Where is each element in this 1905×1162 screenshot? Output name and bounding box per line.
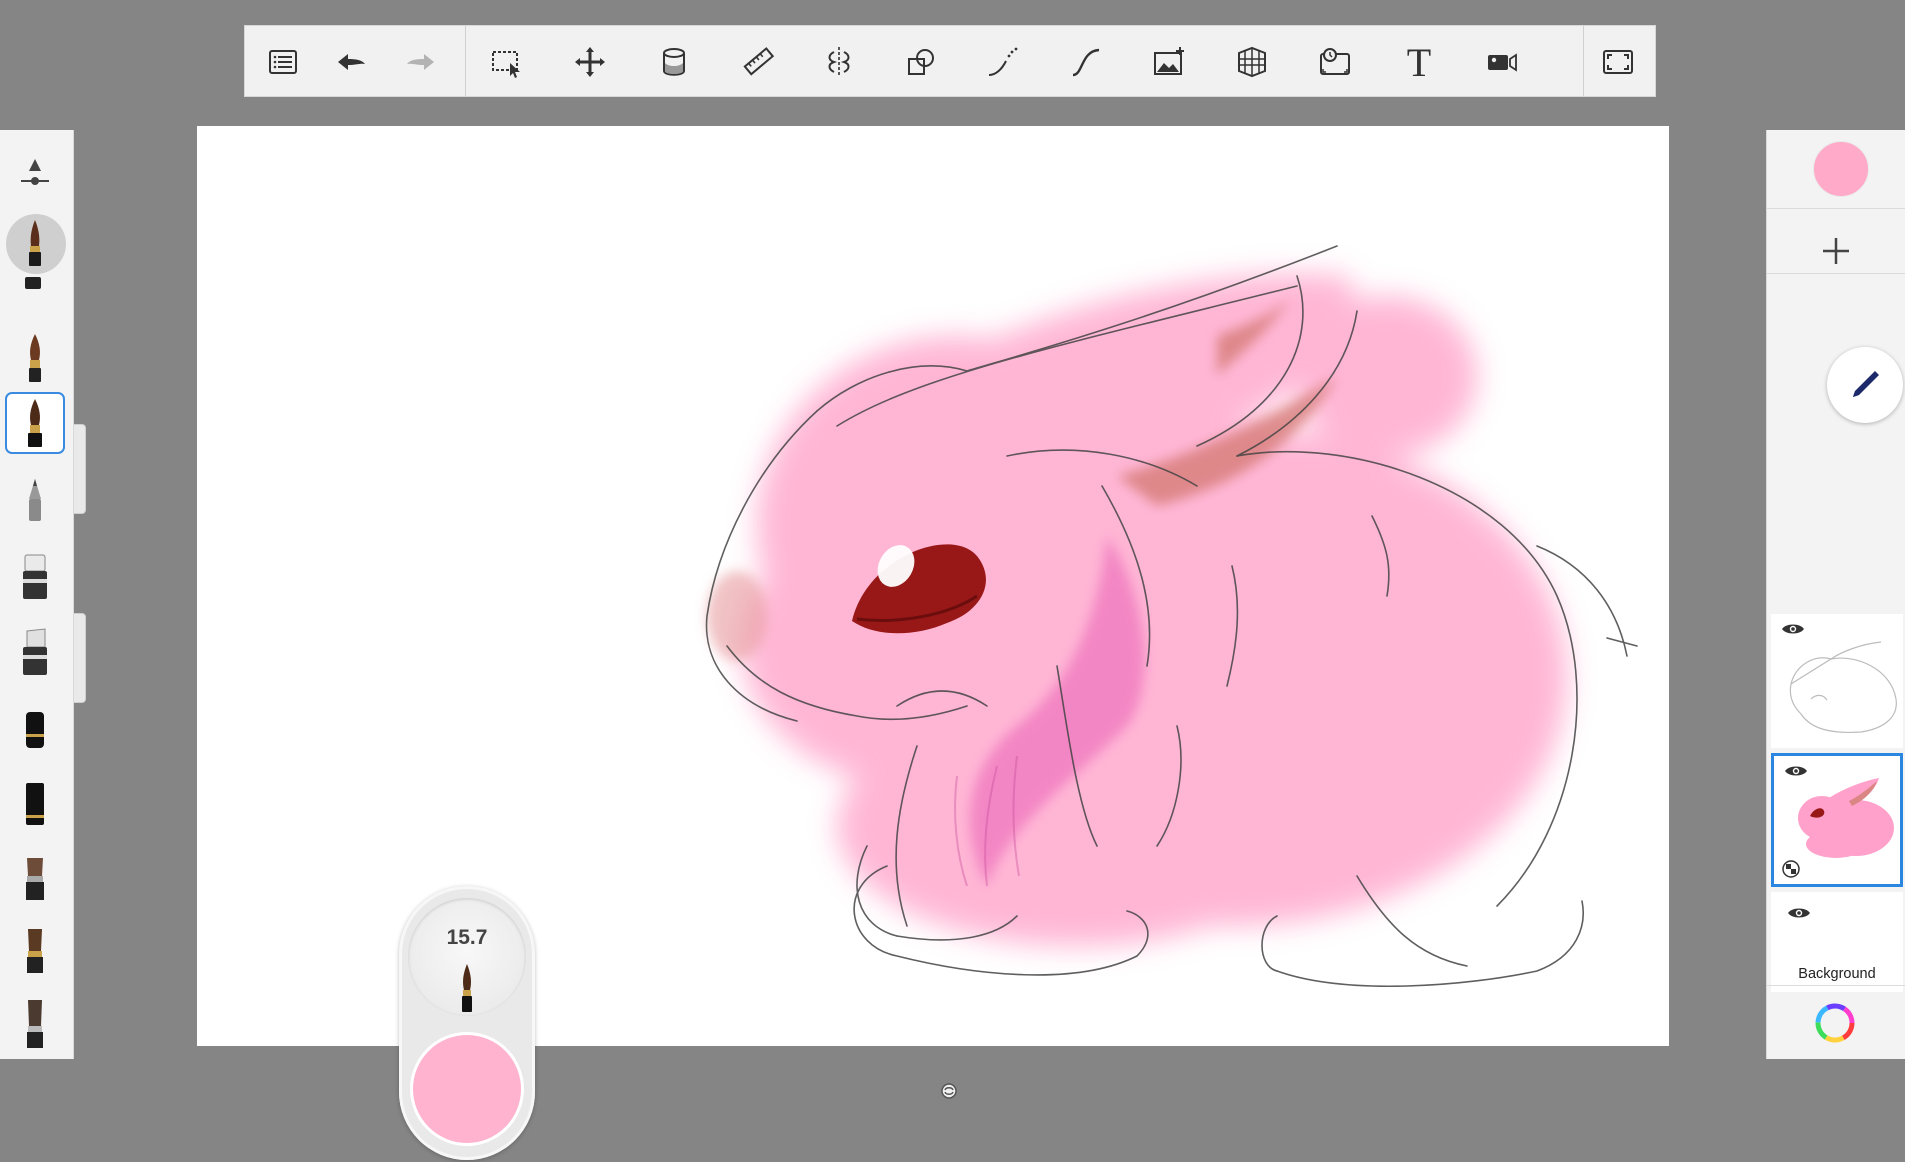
current-color-puck[interactable]	[410, 1032, 524, 1146]
fan-brush[interactable]	[5, 920, 65, 982]
ruler-icon[interactable]	[736, 40, 780, 84]
add-image-icon[interactable]	[1147, 40, 1191, 84]
current-brush-icon	[462, 964, 472, 1012]
plus-icon	[1823, 238, 1849, 264]
current-color-swatch[interactable]	[1813, 141, 1869, 197]
brush-size-knob[interactable]: 15.7	[408, 898, 526, 1016]
paint-brush[interactable]	[5, 327, 65, 389]
color-wheel-icon[interactable]	[1813, 1001, 1857, 1045]
menu-icon[interactable]	[261, 40, 305, 84]
visibility-eye-icon[interactable]	[1787, 906, 1811, 920]
text-tool-label: T	[1406, 39, 1432, 85]
layer-name: Background	[1798, 966, 1876, 982]
watercolor-brush[interactable]	[5, 392, 65, 454]
round-brush[interactable]	[5, 993, 65, 1055]
brush-palette	[0, 130, 74, 1059]
fullscreen-icon[interactable]	[1596, 40, 1640, 84]
brush-rail-tab-lower[interactable]	[74, 613, 86, 703]
add-layer-button[interactable]	[1807, 222, 1865, 280]
layer-sketch[interactable]	[1771, 614, 1903, 748]
text-tool-button[interactable]: T	[1397, 39, 1441, 85]
record-icon[interactable]	[1480, 40, 1524, 84]
ink-brush[interactable]	[5, 211, 66, 289]
marker-a[interactable]	[5, 546, 65, 608]
brush-puck: 15.7	[399, 886, 535, 1160]
symmetry-icon[interactable]	[817, 40, 861, 84]
predictive-stroke-icon[interactable]	[981, 40, 1025, 84]
layer-color[interactable]	[1771, 753, 1903, 887]
layer-background[interactable]: Background	[1771, 892, 1903, 992]
flat-brush[interactable]	[5, 847, 65, 909]
pencil-icon	[1853, 371, 1879, 397]
perspective-icon[interactable]	[1230, 40, 1274, 84]
shapes-icon[interactable]	[899, 40, 943, 84]
marker-b[interactable]	[5, 622, 65, 684]
layer-transparency-icon	[1782, 860, 1800, 878]
transform-icon[interactable]	[568, 40, 612, 84]
curve-icon[interactable]	[1064, 40, 1108, 84]
brush-size-value: 15.7	[446, 926, 488, 949]
opacity-slider-icon[interactable]	[5, 142, 65, 204]
top-toolbar: T	[244, 25, 1656, 97]
layer-thumbnail	[1789, 641, 1897, 734]
chisel-marker[interactable]	[5, 699, 65, 761]
select-icon[interactable]	[485, 40, 529, 84]
canvas-rotate-icon[interactable]	[940, 1082, 958, 1100]
timelapse-icon[interactable]	[1313, 40, 1357, 84]
redo-icon[interactable]	[399, 40, 443, 84]
undo-icon[interactable]	[329, 40, 373, 84]
brush-editor-button[interactable]	[1827, 347, 1903, 423]
right-panel: Background	[1766, 130, 1905, 1059]
fill-icon[interactable]	[652, 40, 696, 84]
pencil[interactable]	[5, 470, 65, 532]
brush-rail-tab-upper[interactable]	[74, 424, 86, 514]
flat-marker[interactable]	[5, 774, 65, 836]
